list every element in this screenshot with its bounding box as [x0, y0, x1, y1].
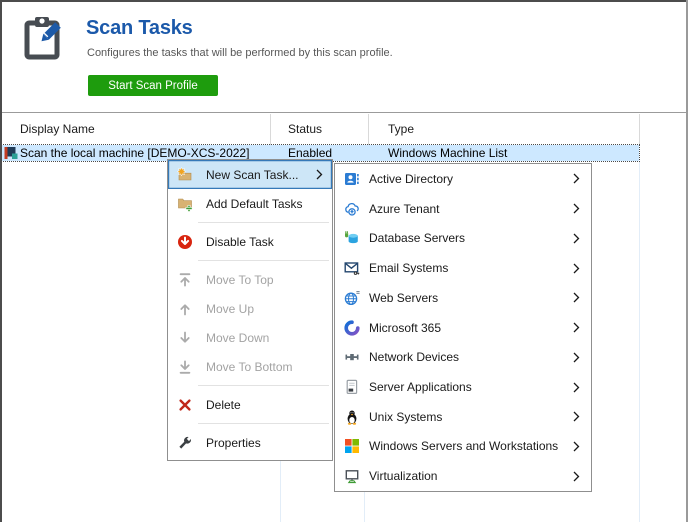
azure-tenant-icon: [344, 201, 360, 217]
submenu-chevron-icon: [573, 471, 580, 482]
menu-separator: [168, 419, 332, 428]
submenu-chevron-icon: [573, 352, 580, 363]
submenu-chevron-icon: [573, 441, 580, 452]
menu-item-label: Add Default Tasks: [206, 196, 303, 211]
menu-item-add-default-tasks[interactable]: Add Default Tasks: [168, 189, 332, 218]
menu-item-label: Windows Servers and Workstations: [369, 439, 559, 454]
menu-item-label: Properties: [206, 435, 261, 450]
move-to-top-icon: [177, 272, 193, 288]
grid-header: Display Name Status Type: [0, 112, 688, 146]
submenu-chevron-icon: [573, 233, 580, 244]
menu-item-microsoft-365[interactable]: Microsoft 365: [335, 313, 591, 343]
menu-item-windows-servers-and-workstations[interactable]: Windows Servers and Workstations: [335, 432, 591, 462]
submenu-chevron-icon: [316, 169, 323, 180]
clipboard-pencil-icon: [24, 17, 61, 60]
web-servers-icon: [344, 290, 360, 306]
menu-item-label: Microsoft 365: [369, 320, 442, 335]
menu-item-label: Network Devices: [369, 350, 460, 365]
submenu-chevron-icon: [573, 173, 580, 184]
menu-item-label: Move Up: [206, 301, 255, 316]
microsoft-365-icon: [344, 319, 360, 336]
menu-item-new-scan-task[interactable]: New Scan Task...: [168, 160, 332, 189]
menu-item-move-up: Move Up: [168, 294, 332, 323]
menu-item-label: Move To Top: [206, 272, 274, 287]
submenu-chevron-icon: [573, 263, 580, 274]
grid-line: [639, 162, 640, 522]
menu-item-label: Azure Tenant: [369, 201, 440, 216]
menu-separator: [168, 218, 332, 227]
menu-item-label: Delete: [206, 397, 241, 412]
server-applications-icon: [344, 379, 360, 395]
submenu-chevron-icon: [573, 203, 580, 214]
menu-item-active-directory[interactable]: Active Directory: [335, 164, 591, 194]
menu-item-label: Move To Bottom: [206, 359, 293, 374]
start-scan-profile-button[interactable]: Start Scan Profile: [88, 75, 218, 96]
menu-item-delete[interactable]: Delete: [168, 390, 332, 419]
virtualization-icon: [344, 468, 360, 484]
submenu-chevron-icon: [573, 411, 580, 422]
page-title: Scan Tasks: [86, 17, 193, 39]
menu-item-label: Web Servers: [369, 290, 439, 305]
database-servers-icon: [344, 230, 360, 246]
properties-icon: [177, 435, 193, 451]
disable-task-icon: [177, 234, 193, 250]
column-header-display-name[interactable]: Display Name: [20, 113, 95, 145]
submenu-chevron-icon: [573, 292, 580, 303]
menu-item-disable-task[interactable]: Disable Task: [168, 227, 332, 256]
active-directory-icon: [344, 171, 360, 187]
move-to-bottom-icon: [177, 359, 193, 375]
menu-item-label: Active Directory: [369, 171, 454, 186]
menu-item-label: New Scan Task...: [206, 167, 299, 182]
menu-item-network-devices[interactable]: Network Devices: [335, 342, 591, 372]
new-scan-task-submenu: Active Directory Azure Tenant Database S…: [334, 163, 592, 492]
menu-item-database-servers[interactable]: Database Servers: [335, 223, 591, 253]
network-devices-icon: [344, 349, 360, 365]
add-default-tasks-icon: [177, 196, 193, 212]
window-border: [0, 0, 688, 2]
menu-item-label: Database Servers: [369, 231, 466, 246]
menu-item-unix-systems[interactable]: Unix Systems: [335, 402, 591, 432]
column-header-type[interactable]: Type: [388, 113, 414, 145]
menu-item-label: Server Applications: [369, 380, 472, 394]
context-menu: New Scan Task... Add Default Tasks Disab…: [167, 159, 333, 461]
scan-tasks-panel: Scan Tasks Configures the tasks that wil…: [0, 0, 688, 522]
delete-icon: [177, 397, 193, 413]
menu-item-label: Email Systems: [369, 261, 449, 276]
move-up-icon: [177, 301, 193, 317]
menu-item-azure-tenant[interactable]: Azure Tenant: [335, 194, 591, 224]
row-type: Windows Machine List: [388, 146, 508, 160]
menu-item-label: Disable Task: [206, 234, 274, 249]
menu-separator: [168, 256, 332, 265]
menu-item-move-to-bottom: Move To Bottom: [168, 352, 332, 381]
menu-item-label: Virtualization: [369, 469, 438, 484]
column-divider: [270, 114, 271, 145]
menu-item-email-systems[interactable]: Email Systems: [335, 253, 591, 283]
menu-item-web-servers[interactable]: Web Servers: [335, 283, 591, 313]
windows-machine-list-icon: [4, 146, 18, 160]
column-header-status[interactable]: Status: [288, 113, 322, 145]
menu-item-move-down: Move Down: [168, 323, 332, 352]
menu-item-label: Unix Systems: [369, 409, 443, 424]
unix-systems-icon: [344, 409, 360, 425]
window-border: [0, 0, 2, 522]
submenu-chevron-icon: [573, 382, 580, 392]
submenu-chevron-icon: [573, 322, 580, 333]
menu-item-move-to-top: Move To Top: [168, 265, 332, 294]
windows-servers-icon: [344, 438, 360, 454]
email-systems-icon: [344, 260, 360, 276]
move-down-icon: [177, 330, 193, 346]
menu-item-server-applications[interactable]: Server Applications: [335, 372, 591, 402]
menu-item-label: Move Down: [206, 330, 270, 345]
menu-item-properties[interactable]: Properties: [168, 428, 332, 457]
page-subtitle: Configures the tasks that will be perfor…: [87, 47, 393, 59]
column-divider: [368, 114, 369, 145]
column-divider: [639, 114, 640, 145]
new-scan-task-icon: [177, 166, 193, 183]
menu-separator: [168, 381, 332, 390]
menu-item-virtualization[interactable]: Virtualization: [335, 461, 591, 491]
